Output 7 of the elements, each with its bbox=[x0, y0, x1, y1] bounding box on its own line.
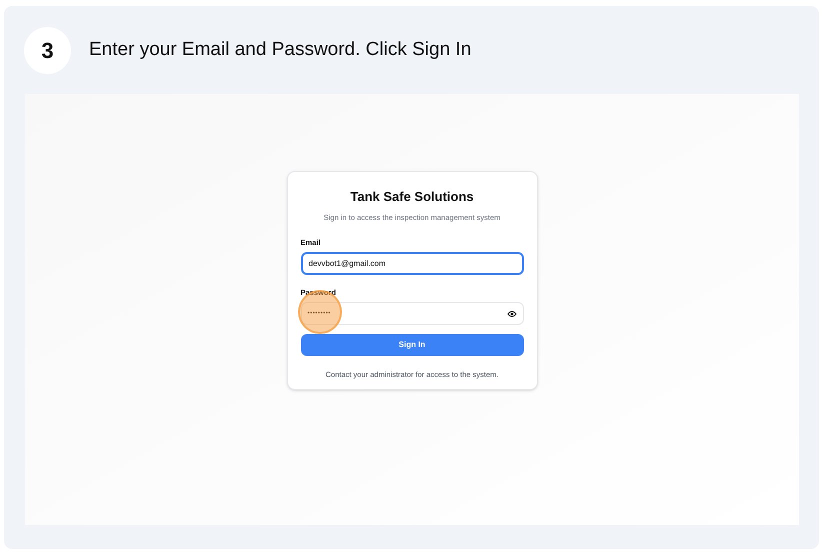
click-marker bbox=[298, 290, 342, 334]
step-instruction: Enter your Email and Password. Click Sign In bbox=[89, 38, 472, 62]
sign-in-button[interactable]: Sign In bbox=[300, 334, 524, 356]
email-field[interactable]: devvbot1@gmail.com bbox=[300, 252, 524, 275]
step-number: 3 bbox=[24, 26, 71, 74]
eye-icon[interactable] bbox=[506, 310, 516, 318]
login-title: Tank Safe Solutions bbox=[349, 188, 475, 206]
